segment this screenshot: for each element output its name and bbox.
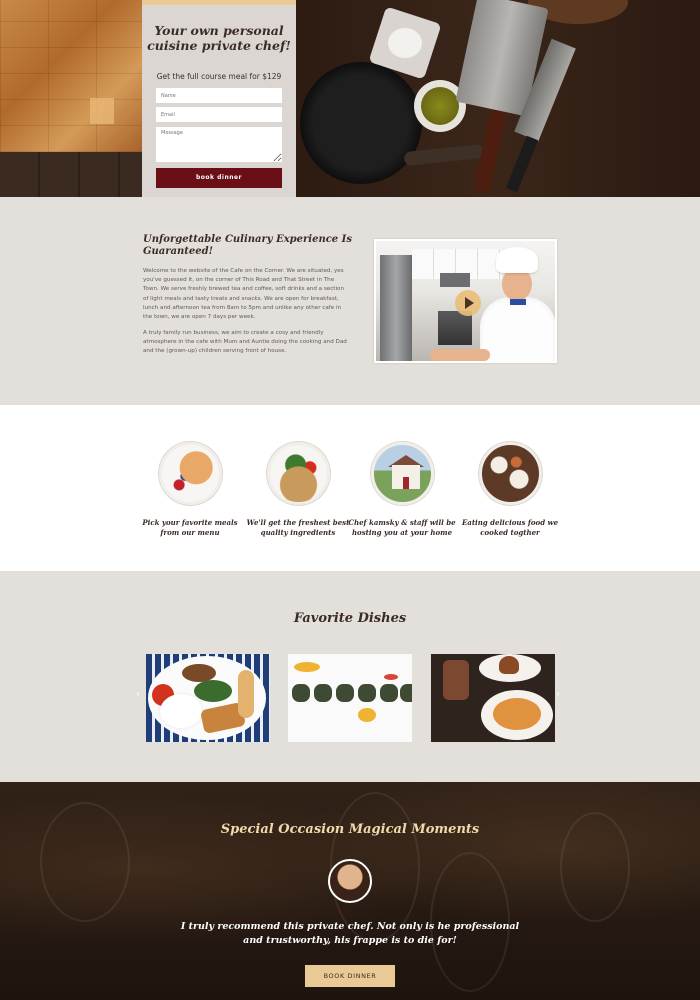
dinner-table-image [478, 442, 542, 505]
wood-table-image [0, 152, 142, 197]
fridge-image [380, 255, 412, 361]
testimonial-title: Special Occasion Magical Moments [220, 822, 480, 837]
house-door [402, 477, 409, 489]
hero-section: Your own personal cuisine private chef! … [0, 0, 700, 197]
dish-breakfast-image[interactable] [146, 654, 270, 742]
book-dinner-button-bottom[interactable]: BOOK DINNER [305, 965, 395, 987]
favorite-dishes-section: Favorite Dishes ‹ › [0, 571, 700, 782]
step-label: Eating delicious food we cooked togther [461, 518, 559, 537]
pan-image [300, 62, 422, 184]
olive-oil-image [421, 87, 459, 125]
dish-burger-image[interactable] [431, 654, 555, 742]
about-paragraph-2: A truly family run business, we aim to c… [143, 330, 347, 355]
avatar [328, 859, 372, 903]
dish-rolls-image[interactable] [288, 654, 412, 742]
step-pick-meals: Pick your favorite meals from our menu [135, 442, 245, 538]
dishes-title: Favorite Dishes [293, 611, 407, 626]
salt-image [388, 28, 422, 58]
about-section: Unforgettable Culinary Experience Is Gua… [0, 197, 700, 405]
message-textarea[interactable] [156, 127, 282, 162]
chef-arm-image [430, 349, 490, 361]
how-it-works-section: Pick your favorite meals from our menu W… [0, 405, 700, 571]
chef-scarf-image [510, 299, 526, 305]
chef-video[interactable] [374, 239, 557, 363]
step-eating: Eating delicious food we cooked togther [455, 442, 565, 538]
cutting-board-image [0, 0, 142, 152]
testimonial-quote: I truly recommend this private chef. Not… [180, 921, 520, 946]
testimonial-section: Special Occasion Magical Moments I truly… [0, 782, 700, 1000]
step-label: We'll get the freshest best quality ingr… [246, 518, 350, 537]
step-hosting: Chef kamsky & staff will be hosting you … [347, 442, 457, 538]
microwave-image [440, 273, 470, 287]
booking-form: Your own personal cuisine private chef! … [142, 0, 296, 197]
step-label: Pick your favorite meals from our menu [142, 518, 238, 537]
step-label: Chef kamsky & staff will be hosting you … [348, 518, 456, 537]
chef-hat-image [496, 247, 538, 273]
waffle-image [158, 442, 222, 505]
name-input[interactable] [156, 88, 282, 103]
form-subtitle: Get the full course meal for $129 [156, 72, 282, 81]
form-title: Your own personal cuisine private chef! [147, 23, 291, 53]
chef-image [480, 297, 555, 361]
oven-image [438, 311, 472, 345]
vegetable-basket-image [266, 442, 330, 505]
chevron-right-icon[interactable]: › [556, 689, 560, 700]
chevron-left-icon[interactable]: ‹ [136, 689, 140, 700]
play-icon[interactable] [455, 290, 481, 316]
about-paragraph-1: Welcome to the website of the Cafe on th… [143, 268, 345, 321]
book-dinner-button[interactable]: book dinner [156, 168, 282, 188]
email-input[interactable] [156, 107, 282, 122]
about-title: Unforgettable Culinary Experience Is Gua… [143, 234, 352, 257]
step-ingredients: We'll get the freshest best quality ingr… [243, 442, 353, 538]
house-image [370, 442, 434, 505]
knife-handle-image [505, 135, 539, 193]
